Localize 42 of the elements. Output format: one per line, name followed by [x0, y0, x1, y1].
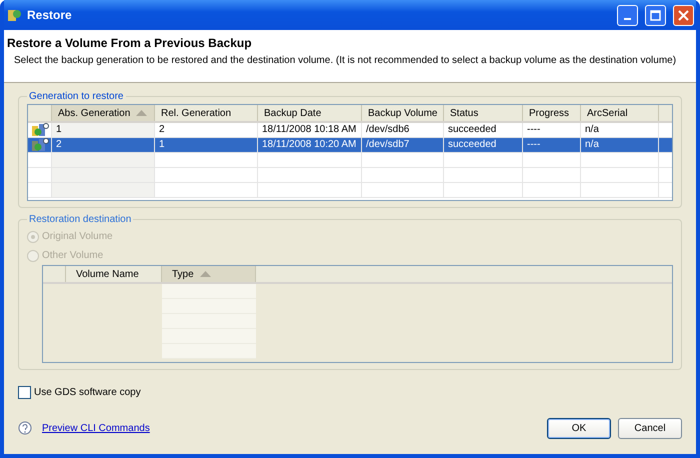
- backup-icon: [31, 123, 49, 137]
- preview-cli-link[interactable]: Preview CLI Commands: [42, 422, 540, 434]
- app-icon: [6, 7, 22, 23]
- table-cell: succeeded: [444, 138, 523, 153]
- table-cell: 18/11/2008 10:20 AM: [258, 138, 362, 153]
- checkbox-label: Use GDS software copy: [34, 387, 141, 398]
- sort-arrow-icon: [136, 110, 148, 116]
- radio-label: Original Volume: [42, 231, 113, 242]
- table-cell: n/a: [581, 138, 659, 153]
- table-cell: /dev/sdb7: [362, 138, 444, 153]
- close-button[interactable]: [673, 4, 694, 26]
- column-header[interactable]: Backup Volume: [362, 105, 444, 121]
- column-header[interactable]: Progress: [523, 105, 581, 121]
- radio-label: Other Volume: [42, 250, 104, 261]
- minimize-button[interactable]: [617, 4, 638, 26]
- close-icon: [678, 10, 689, 20]
- group-title: Generation to restore: [28, 91, 124, 102]
- table-cell: 1: [52, 123, 155, 138]
- ok-button[interactable]: OK: [547, 418, 611, 438]
- dialog-description: Select the backup generation to be restored and the destination volume. (It is not recommended to select a backup volume as the destination volume): [13, 55, 678, 66]
- table-row[interactable]: 2 1 18/11/2008 10:20 AM /dev/sdb7 succeeded ---- n/a: [28, 138, 672, 153]
- empty-cell: [523, 153, 581, 168]
- minimize-icon: [624, 18, 631, 20]
- column-header[interactable]: ArcSerial: [581, 105, 659, 121]
- empty-cell: [523, 168, 581, 183]
- sort-arrow-icon: [200, 271, 211, 277]
- window-title: Restore: [27, 8, 73, 22]
- table-cell: 1: [155, 138, 258, 153]
- help-icon[interactable]: [18, 421, 32, 435]
- maximize-icon: [650, 10, 661, 20]
- maximize-button[interactable]: [645, 4, 666, 26]
- empty-cell: [523, 183, 581, 198]
- group-title: Restoration destination: [28, 214, 132, 225]
- cancel-button[interactable]: Cancel: [618, 418, 682, 438]
- column-header[interactable]: Abs. Generation: [52, 105, 155, 121]
- column-header[interactable]: Rel. Generation: [155, 105, 258, 121]
- table-cell: ----: [523, 138, 581, 153]
- column-header[interactable]: Backup Date: [258, 105, 362, 121]
- dialog-heading: Restore a Volume From a Previous Backup: [7, 36, 253, 50]
- backup-icon: [31, 138, 49, 152]
- column-header[interactable]: Status: [444, 105, 523, 121]
- gds-copy-checkbox[interactable]: Use GDS software copy: [18, 386, 682, 399]
